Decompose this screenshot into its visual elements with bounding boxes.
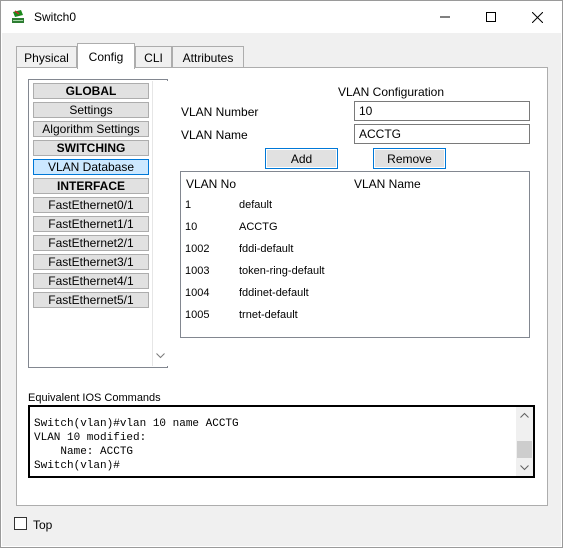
tab-config[interactable]: Config bbox=[77, 43, 135, 69]
sidebar-item-algorithm-settings[interactable]: Algorithm Settings bbox=[33, 121, 149, 137]
vlan-row-name[interactable]: fddinet-default bbox=[239, 287, 309, 299]
tab-attributes[interactable]: Attributes bbox=[172, 46, 244, 68]
sidebar-item-fastethernet5-1[interactable]: FastEthernet5/1 bbox=[33, 292, 149, 308]
switch-window: Switch0 Physical Config CLI Attributes G… bbox=[0, 0, 563, 548]
vlan-table[interactable] bbox=[180, 171, 530, 338]
sidebar-item-settings[interactable]: Settings bbox=[33, 102, 149, 118]
chevron-down-icon bbox=[156, 353, 165, 359]
sidebar-scrollbar[interactable] bbox=[152, 81, 168, 366]
minimize-icon bbox=[440, 16, 450, 18]
tab-cli[interactable]: CLI bbox=[135, 46, 172, 68]
sidebar-item-label: FastEthernet5/1 bbox=[48, 293, 134, 307]
vlan-row-name[interactable]: token-ring-default bbox=[239, 265, 325, 277]
sidebar-item-label: Settings bbox=[69, 103, 113, 117]
close-button[interactable] bbox=[514, 1, 560, 33]
vlan-number-input[interactable]: 10 bbox=[354, 101, 530, 121]
sidebar-item-fastethernet1-1[interactable]: FastEthernet1/1 bbox=[33, 216, 149, 232]
chevron-down-icon bbox=[520, 465, 529, 471]
sidebar-item-label: FastEthernet3/1 bbox=[48, 255, 134, 269]
button-label: Add bbox=[290, 151, 313, 166]
sidebar-item-label: VLAN Database bbox=[47, 160, 135, 174]
vlan-row-number[interactable]: 1002 bbox=[185, 243, 209, 255]
vlan-row-name[interactable]: fddi-default bbox=[239, 243, 293, 255]
ios-line: VLAN 10 modified: bbox=[34, 432, 147, 444]
vlan-row-name[interactable]: trnet-default bbox=[239, 309, 298, 321]
column-header-vlan-name[interactable]: VLAN Name bbox=[354, 177, 421, 191]
sidebar-item-fastethernet0-1[interactable]: FastEthernet0/1 bbox=[33, 197, 149, 213]
vlan-row-number[interactable]: 1 bbox=[185, 199, 191, 211]
sidebar-item-label: FastEthernet1/1 bbox=[48, 217, 134, 231]
vlan-row-number[interactable]: 1005 bbox=[185, 309, 209, 321]
vlan-row-name[interactable]: default bbox=[239, 199, 272, 211]
vlan-row-number[interactable]: 1003 bbox=[185, 265, 209, 277]
close-icon bbox=[531, 11, 543, 23]
chevron-up-icon bbox=[520, 412, 529, 418]
sidebar-item-label: FastEthernet0/1 bbox=[48, 198, 134, 212]
maximize-button[interactable] bbox=[468, 1, 514, 33]
button-label: Remove bbox=[387, 151, 432, 166]
sidebar-item-fastethernet2-1[interactable]: FastEthernet2/1 bbox=[33, 235, 149, 251]
vlan-number-label: VLAN Number bbox=[181, 105, 259, 119]
sidebar-item-label: Algorithm Settings bbox=[42, 122, 140, 136]
tab-label: Physical bbox=[24, 50, 69, 65]
ios-line: Name: ACCTG bbox=[34, 446, 134, 458]
sidebar-item-label: FastEthernet4/1 bbox=[48, 274, 134, 288]
scrollbar-thumb[interactable] bbox=[517, 441, 532, 458]
switch-app-icon bbox=[12, 10, 24, 23]
window-title: Switch0 bbox=[34, 10, 77, 24]
vlan-config-title: VLAN Configuration bbox=[337, 85, 445, 99]
vlan-row-name[interactable]: ACCTG bbox=[239, 221, 278, 233]
sidebar-item-vlan-database[interactable]: VLAN Database bbox=[33, 159, 149, 175]
sidebar-item-label: FastEthernet2/1 bbox=[48, 236, 134, 250]
tab-label: Attributes bbox=[182, 50, 234, 65]
vlan-name-label: VLAN Name bbox=[181, 128, 248, 142]
vlan-name-input[interactable]: ACCTG bbox=[354, 124, 530, 144]
sidebar-item-fastethernet3-1[interactable]: FastEthernet3/1 bbox=[33, 254, 149, 270]
sidebar-header-global[interactable]: GLOBAL bbox=[33, 83, 149, 99]
sidebar-item-label: INTERFACE bbox=[56, 179, 125, 193]
vlan-row-number[interactable]: 10 bbox=[185, 221, 197, 233]
maximize-icon bbox=[486, 12, 496, 22]
minimize-button[interactable] bbox=[422, 1, 468, 33]
sidebar-header-switching[interactable]: SWITCHING bbox=[33, 140, 149, 156]
ios-scrollbar[interactable] bbox=[516, 407, 533, 476]
top-checkbox-label: Top bbox=[33, 518, 53, 532]
ios-line: Switch(vlan)#vlan 10 name ACCTG bbox=[34, 418, 239, 430]
sidebar-header-interface[interactable]: INTERFACE bbox=[33, 178, 149, 194]
add-vlan-button[interactable]: Add bbox=[265, 148, 338, 169]
vlan-row-number[interactable]: 1004 bbox=[185, 287, 209, 299]
column-header-vlan-no[interactable]: VLAN No bbox=[186, 177, 236, 191]
sidebar-item-fastethernet4-1[interactable]: FastEthernet4/1 bbox=[33, 273, 149, 289]
sidebar-item-label: GLOBAL bbox=[65, 84, 117, 98]
ios-commands-label: Equivalent IOS Commands bbox=[28, 392, 161, 404]
title-bar[interactable]: Switch0 bbox=[1, 1, 562, 33]
remove-vlan-button[interactable]: Remove bbox=[373, 148, 446, 169]
ios-line: Switch(vlan)# bbox=[34, 460, 120, 472]
top-checkbox[interactable] bbox=[14, 517, 27, 530]
tab-label: CLI bbox=[144, 50, 163, 65]
tab-label: Config bbox=[88, 49, 124, 64]
sidebar-item-label: SWITCHING bbox=[56, 141, 126, 155]
tab-physical[interactable]: Physical bbox=[16, 46, 77, 68]
